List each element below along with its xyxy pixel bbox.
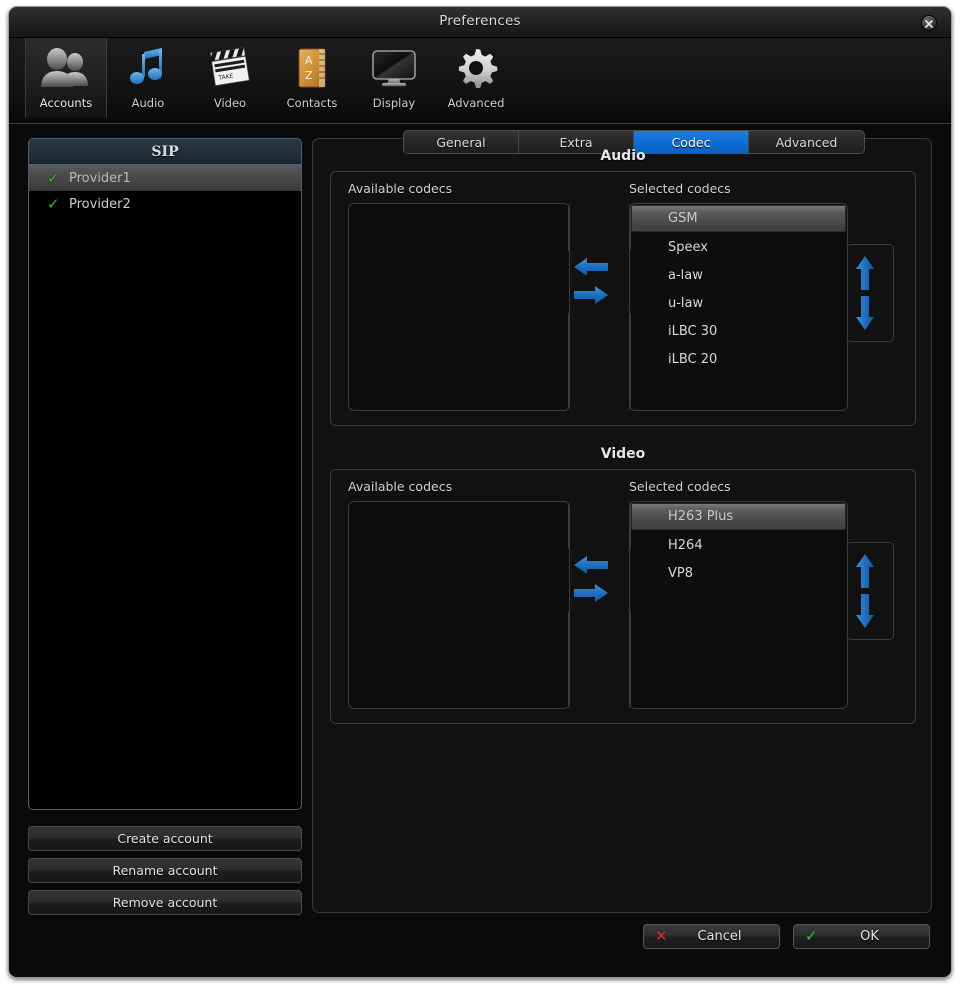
arrow-down-icon (856, 296, 874, 330)
arrow-left-icon (574, 258, 608, 276)
arrow-right-icon (574, 584, 608, 602)
toolbar-item-accounts[interactable]: Accounts (25, 38, 107, 118)
connector-frame-top (568, 203, 631, 254)
preferences-window: Preferences Accounts Audio TAKE Video A … (8, 6, 952, 978)
toolbar-item-advanced[interactable]: Advanced (435, 38, 517, 118)
move-left-button[interactable] (572, 256, 610, 278)
preferences-content: SIP ✓ Provider1 ✓ Provider2 Create accou… (9, 124, 951, 977)
rename-account-button[interactable]: Rename account (28, 858, 302, 883)
sip-account-list[interactable]: SIP ✓ Provider1 ✓ Provider2 (28, 138, 302, 810)
toolbar-item-label: Accounts (39, 96, 93, 110)
move-down-button[interactable] (854, 592, 876, 630)
account-row-provider2[interactable]: ✓ Provider2 (29, 191, 301, 217)
arrow-left-icon (574, 556, 608, 574)
ok-button[interactable]: ✓ OK (793, 924, 930, 949)
toolbar-item-label: Advanced (447, 96, 505, 110)
audio-codec-group: Audio Available codecs Selected codecs G… (330, 148, 916, 426)
video-available-codecs-list[interactable] (348, 501, 570, 709)
move-right-button[interactable] (572, 582, 610, 604)
video-codec-group: Video Available codecs Selected codecs H… (330, 446, 916, 724)
monitor-icon (368, 44, 420, 92)
codec-item[interactable]: H263 Plus (631, 503, 846, 530)
connector-frame-bottom (568, 310, 631, 411)
close-icon (925, 20, 933, 28)
account-settings-panel: General Extra Codec Advanced Audio Avail… (312, 130, 932, 913)
codec-item[interactable]: u-law (630, 289, 847, 317)
video-selected-codecs-list[interactable]: H263 Plus H264 VP8 (629, 501, 848, 709)
people-icon (39, 44, 93, 92)
arrow-down-icon (856, 594, 874, 628)
address-book-icon: A Z (288, 44, 336, 92)
gear-icon (453, 44, 499, 92)
codec-item[interactable]: H264 (630, 531, 847, 559)
audio-group-title: Audio (600, 148, 646, 164)
move-up-button[interactable] (854, 254, 876, 292)
window-title: Preferences (439, 13, 521, 29)
toolbar-item-audio[interactable]: Audio (107, 38, 189, 118)
codec-item[interactable]: iLBC 30 (630, 317, 847, 345)
preferences-toolbar: Accounts Audio TAKE Video A Z Contacts D… (9, 38, 951, 124)
video-available-label: Available codecs (348, 479, 453, 494)
accounts-sidebar: SIP ✓ Provider1 ✓ Provider2 Create accou… (28, 138, 302, 977)
connector-frame-bottom (568, 608, 631, 709)
music-note-icon (124, 44, 172, 92)
audio-available-label: Available codecs (348, 181, 453, 196)
move-right-button[interactable] (572, 284, 610, 306)
cancel-cross-icon: ✕ (655, 927, 668, 945)
ok-check-icon: ✓ (805, 927, 818, 945)
toolbar-item-display[interactable]: Display (353, 38, 435, 118)
codec-item[interactable]: a-law (630, 261, 847, 289)
move-down-button[interactable] (854, 294, 876, 332)
audio-selected-label: Selected codecs (629, 181, 731, 196)
toolbar-item-label: Audio (131, 96, 165, 110)
codec-item[interactable]: VP8 (630, 559, 847, 587)
cancel-button[interactable]: ✕ Cancel (643, 924, 780, 949)
remove-account-button[interactable]: Remove account (28, 890, 302, 915)
dialog-button-row: ✕ Cancel ✓ OK (643, 924, 930, 949)
video-selected-label: Selected codecs (629, 479, 731, 494)
move-left-button[interactable] (572, 554, 610, 576)
sip-list-header: SIP (29, 139, 301, 165)
account-enabled-check-icon: ✓ (47, 195, 60, 213)
toolbar-item-label: Video (213, 96, 247, 110)
move-up-button[interactable] (854, 552, 876, 590)
toolbar-item-label: Contacts (286, 96, 338, 110)
arrow-up-icon (856, 554, 874, 588)
account-name: Provider2 (69, 196, 131, 212)
connector-frame-top (568, 501, 631, 552)
close-window-button[interactable] (921, 15, 937, 31)
codec-item[interactable]: Speex (630, 233, 847, 261)
account-name: Provider1 (69, 170, 131, 186)
codec-item[interactable]: GSM (631, 205, 846, 232)
audio-selected-codecs-list[interactable]: GSM Speex a-law u-law iLBC 30 iLBC 20 (629, 203, 848, 411)
account-enabled-check-icon: ✓ (47, 169, 60, 187)
account-row-provider1[interactable]: ✓ Provider1 (29, 165, 301, 191)
create-account-button[interactable]: Create account (28, 826, 302, 851)
audio-available-codecs-list[interactable] (348, 203, 570, 411)
toolbar-item-video[interactable]: TAKE Video (189, 38, 271, 118)
svg-text:Z: Z (305, 69, 313, 82)
arrow-right-icon (574, 286, 608, 304)
svg-text:A: A (305, 54, 313, 67)
codec-item[interactable]: iLBC 20 (630, 345, 847, 373)
title-bar: Preferences (9, 7, 951, 38)
toolbar-item-label: Display (372, 96, 416, 110)
toolbar-item-contacts[interactable]: A Z Contacts (271, 38, 353, 118)
clapperboard-icon: TAKE (205, 44, 255, 92)
arrow-up-icon (856, 256, 874, 290)
video-group-title: Video (600, 446, 646, 462)
